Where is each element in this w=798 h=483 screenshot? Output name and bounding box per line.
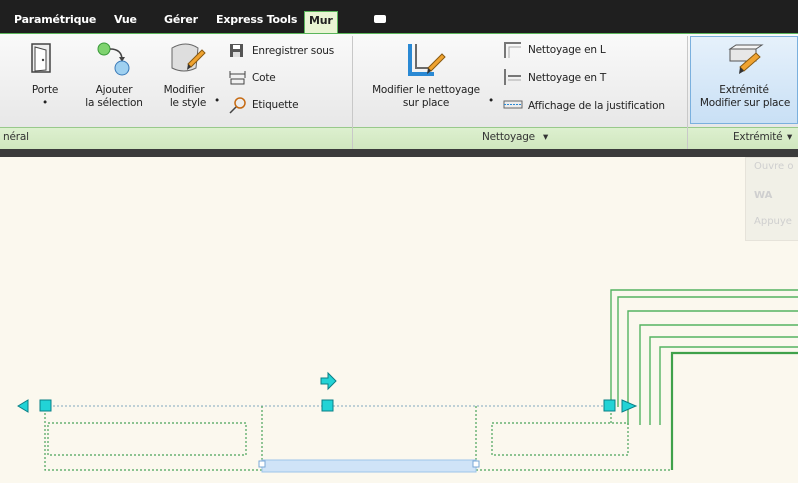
wall-end-icon <box>728 44 764 74</box>
t-cleanup-icon[interactable] <box>503 68 523 86</box>
wall-lines <box>610 289 798 470</box>
ajouter-label-2[interactable]: la sélection <box>78 97 150 110</box>
general-panel-title[interactable]: néral <box>3 131 29 143</box>
modifier-dropdown-icon[interactable]: • <box>212 95 222 108</box>
tab-gerer[interactable]: Gérer <box>160 11 202 29</box>
porte-button[interactable]: Porte <box>28 84 62 97</box>
highlighted-opening[interactable] <box>261 459 477 473</box>
modifier-nettoyage-label-1[interactable]: Modifier le nettoyage <box>362 84 490 97</box>
ribbon-shadow <box>0 149 798 157</box>
save-as-icon[interactable] <box>229 43 245 59</box>
opening-grip[interactable] <box>472 460 480 468</box>
left-arrow-grip[interactable] <box>17 399 29 413</box>
end-grip[interactable] <box>603 399 616 412</box>
extremite-label-2: Modifier sur place <box>699 97 791 109</box>
panel-title-bar <box>0 127 798 150</box>
extremite-label-1: Extrémité <box>719 84 769 96</box>
affichage-justification-button[interactable]: Affichage de la justification <box>528 100 665 113</box>
nettoyage-dropdown-icon[interactable]: • <box>486 95 496 108</box>
tab-vue[interactable]: Vue <box>110 11 141 29</box>
enregistrer-sous-button[interactable]: Enregistrer sous <box>252 45 334 58</box>
nettoyage-l-button[interactable]: Nettoyage en L <box>528 44 606 57</box>
justification-icon[interactable] <box>503 97 523 113</box>
flip-arrow-grip[interactable] <box>320 371 337 391</box>
tab-parametrique[interactable]: Paramétrique <box>10 11 100 29</box>
middle-grip[interactable] <box>321 399 334 412</box>
drawing-canvas[interactable] <box>0 157 798 483</box>
add-selection-icon[interactable] <box>94 40 134 78</box>
panel-separator <box>352 127 353 149</box>
modifier-label-1[interactable]: Modifier <box>160 84 208 97</box>
nettoyage-panel-dropdown-icon[interactable]: ▾ <box>543 131 548 143</box>
panel-separator <box>687 127 688 149</box>
dimension-icon[interactable] <box>229 70 247 86</box>
extremite-panel-dropdown-icon[interactable]: ▾ <box>787 131 792 143</box>
ajouter-label-1[interactable]: Ajouter <box>82 84 146 97</box>
nettoyage-t-button[interactable]: Nettoyage en T <box>528 72 606 85</box>
etiquette-button[interactable]: Etiquette <box>252 99 299 112</box>
cote-button[interactable]: Cote <box>252 72 276 85</box>
modify-style-icon[interactable] <box>168 40 208 80</box>
opening-grip[interactable] <box>258 460 266 468</box>
modify-cleanup-icon[interactable] <box>404 40 448 82</box>
door-icon[interactable] <box>30 42 56 76</box>
start-grip[interactable] <box>39 399 52 412</box>
modifier-label-2[interactable]: le style <box>164 97 212 110</box>
tab-mur[interactable]: Mur <box>304 11 338 34</box>
tag-icon[interactable] <box>229 96 247 114</box>
nettoyage-panel-title[interactable]: Nettoyage <box>482 131 535 143</box>
right-arrow-grip[interactable] <box>621 399 638 413</box>
panel-toggle-icon[interactable] <box>374 15 386 23</box>
l-cleanup-icon[interactable] <box>503 41 523 59</box>
porte-dropdown-icon[interactable]: • <box>39 97 51 110</box>
tab-express-tools[interactable]: Express Tools <box>212 11 301 29</box>
ribbon-tab-bar: Paramétrique Vue Gérer Express Tools Mur <box>0 0 798 37</box>
extremite-panel-title[interactable]: Extrémité <box>733 131 783 143</box>
modifier-nettoyage-label-2[interactable]: sur place <box>392 97 460 110</box>
